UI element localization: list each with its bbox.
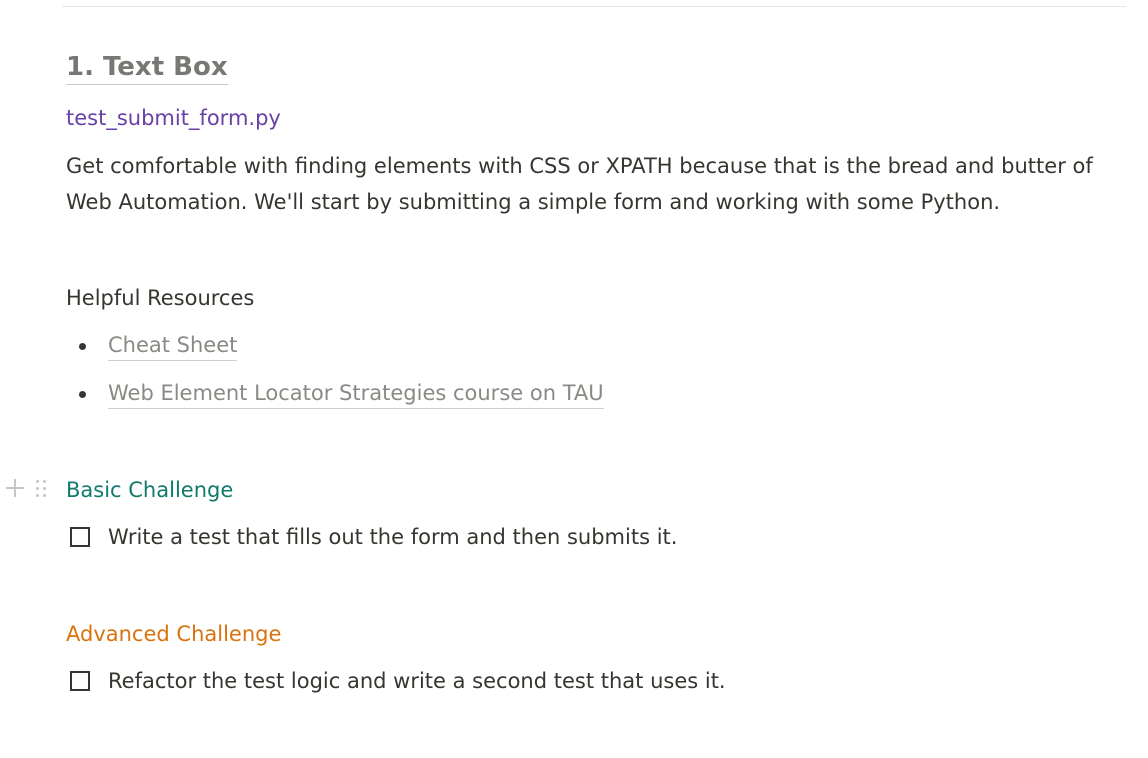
basic-todo-checkbox[interactable]: [70, 527, 90, 547]
section-heading: 1. Text Box: [66, 50, 228, 85]
description-paragraph: Get comfortable with finding elements wi…: [66, 154, 1093, 214]
divider: [62, 6, 1126, 7]
tau-course-link[interactable]: Web Element Locator Strategies course on…: [108, 378, 604, 409]
block-controls: [4, 476, 48, 500]
bullet-icon: [79, 391, 86, 398]
drag-handle-icon[interactable]: [36, 477, 48, 499]
advanced-todo: Refactor the test logic and write a seco…: [66, 666, 726, 696]
bullet-icon: [79, 343, 86, 350]
plus-icon[interactable]: [4, 477, 26, 499]
advanced-todo-text: Refactor the test logic and write a seco…: [108, 669, 726, 693]
basic-todo: Write a test that fills out the form and…: [66, 522, 677, 552]
advanced-challenge-title: Advanced Challenge: [66, 622, 282, 646]
basic-challenge-title: Basic Challenge: [66, 478, 234, 502]
resources-list: Cheat Sheet Web Element Locator Strategi…: [66, 330, 604, 426]
resources-title: Helpful Resources: [66, 286, 255, 310]
advanced-todo-checkbox[interactable]: [70, 671, 90, 691]
list-item: Web Element Locator Strategies course on…: [66, 378, 604, 426]
cheat-sheet-link[interactable]: Cheat Sheet: [108, 330, 238, 361]
list-item: Cheat Sheet: [66, 330, 604, 378]
filename-text: test_submit_form.py: [66, 106, 281, 130]
notion-page: 1. Text Box test_submit_form.py Get comf…: [0, 0, 1148, 758]
basic-todo-text: Write a test that fills out the form and…: [108, 525, 678, 549]
